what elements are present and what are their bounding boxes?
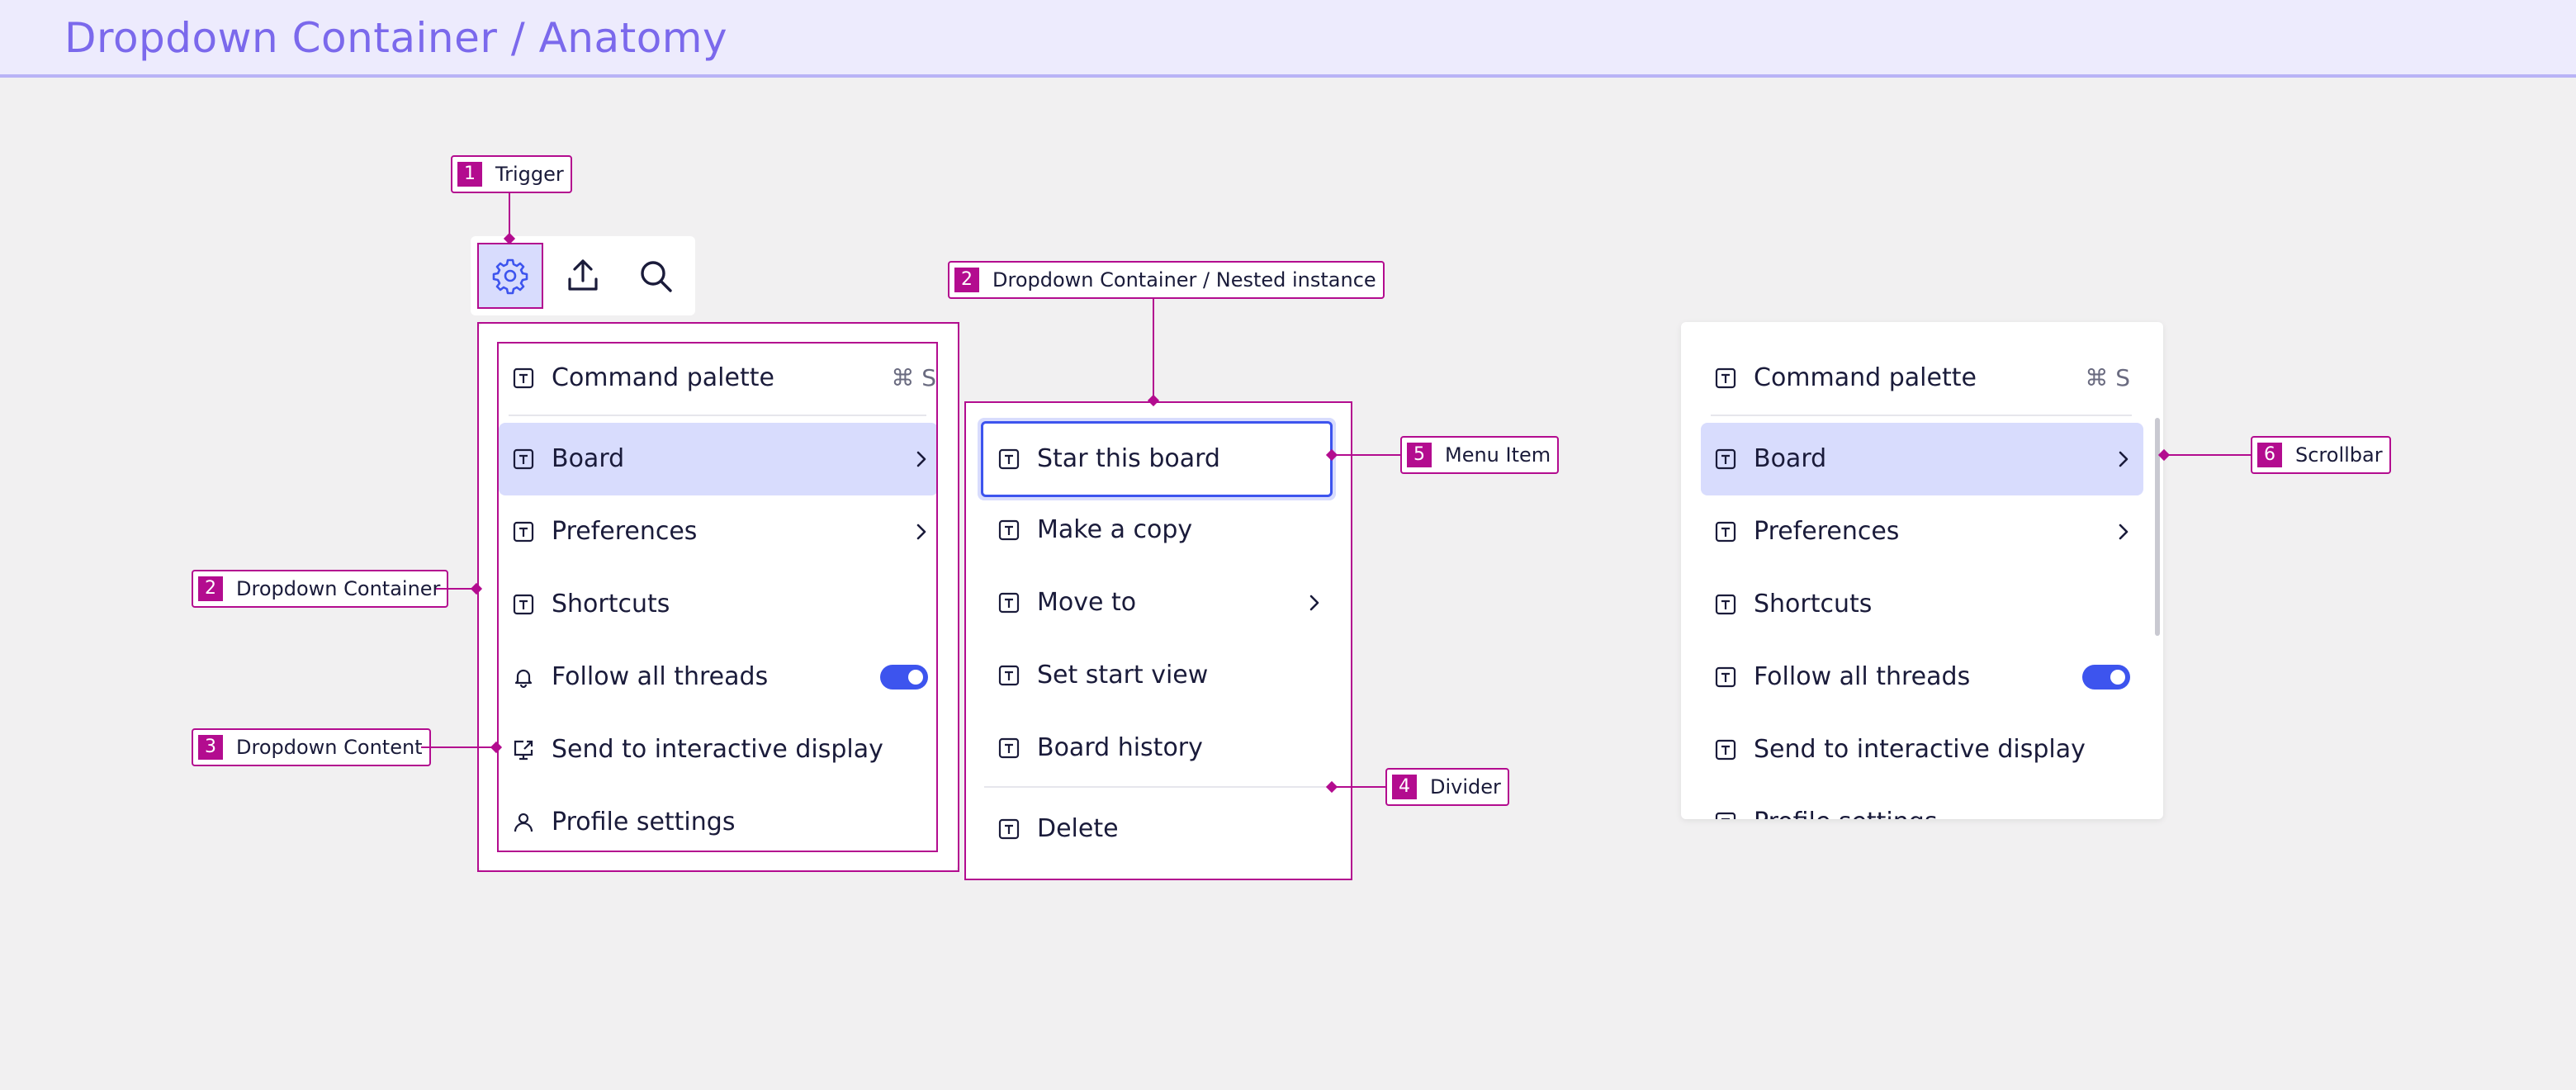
text-box-icon	[1714, 666, 1737, 689]
nested-container-outline	[964, 401, 1352, 880]
menu-item-command-palette[interactable]: Command palette ⌘ S	[1701, 342, 2143, 415]
text-box-icon	[1714, 520, 1737, 543]
settings-trigger-button[interactable]	[477, 243, 543, 309]
divider	[1711, 415, 2132, 416]
annotation-text: Trigger	[495, 163, 564, 186]
annotation-text: Dropdown Container	[236, 577, 441, 600]
page-header: Dropdown Container / Anatomy	[0, 0, 2576, 78]
annotation-scrollbar: 6 Scrollbar	[2251, 436, 2391, 474]
menu-item-label: Shortcuts	[1754, 590, 1873, 618]
menu-item-shortcuts[interactable]: Shortcuts	[1701, 568, 2143, 641]
leader-line	[421, 746, 497, 748]
upload-icon	[568, 259, 598, 291]
menu-item-label: Command palette	[1754, 363, 1977, 392]
follow-threads-toggle[interactable]	[2082, 665, 2130, 690]
annotation-nested-instance: 2 Dropdown Container / Nested instance	[948, 261, 1385, 299]
annotation-text: Menu Item	[1445, 443, 1551, 467]
leader-line	[1331, 786, 1385, 788]
text-box-icon	[1714, 448, 1737, 471]
annotation-divider: 4 Divider	[1385, 768, 1509, 806]
annotation-text: Dropdown Container / Nested instance	[992, 268, 1376, 291]
menu-item-label: Send to interactive display	[1754, 735, 2086, 764]
search-button[interactable]	[623, 243, 689, 309]
annotation-number: 1	[457, 162, 482, 187]
chevron-right-icon	[2114, 522, 2133, 542]
menu-item-board[interactable]: Board	[1701, 423, 2143, 495]
text-box-icon	[1714, 811, 1737, 819]
text-box-icon	[1714, 738, 1737, 761]
search-icon	[641, 261, 672, 292]
annotation-dropdown-container: 2 Dropdown Container	[192, 570, 449, 608]
scrollbar[interactable]	[2155, 418, 2160, 636]
annotation-text: Dropdown Content	[236, 736, 423, 759]
scrollable-dropdown-container: Command palette ⌘ S Board Preferences Sh…	[1681, 322, 2163, 819]
annotation-number: 3	[198, 735, 223, 760]
menu-item-profile-settings[interactable]: Profile settings	[1701, 786, 2143, 819]
annotation-text: Scrollbar	[2295, 443, 2383, 467]
gear-icon	[492, 258, 528, 295]
menu-item-label: Follow all threads	[1754, 662, 1971, 691]
menu-item-send-to-display[interactable]: Send to interactive display	[1701, 713, 2143, 786]
toolbar	[471, 236, 695, 315]
page-title: Dropdown Container / Anatomy	[64, 14, 728, 62]
shortcut-label: ⌘ S	[2085, 364, 2130, 391]
menu-item-label: Profile settings	[1754, 786, 1937, 819]
annotation-menu-item: 5 Menu Item	[1400, 436, 1560, 474]
annotation-trigger: 1 Trigger	[451, 155, 572, 193]
dropdown-content-outline	[497, 342, 938, 852]
menu-item-follow-all-threads[interactable]: Follow all threads	[1701, 641, 2143, 713]
menu-item-label: Board	[1754, 444, 1827, 473]
annotation-number: 2	[198, 576, 223, 601]
menu-item-preferences[interactable]: Preferences	[1701, 495, 2143, 568]
text-box-icon	[1714, 367, 1737, 390]
annotation-text: Divider	[1430, 775, 1501, 799]
annotation-number: 5	[1407, 443, 1432, 467]
annotation-dropdown-content: 3 Dropdown Content	[192, 728, 431, 766]
annotation-number: 6	[2257, 443, 2282, 467]
menu-item-label: Preferences	[1754, 517, 1900, 546]
leader-line	[2163, 454, 2251, 456]
annotation-number: 4	[1392, 775, 1417, 799]
leader-line	[1153, 299, 1154, 401]
upload-button[interactable]	[550, 243, 616, 309]
leader-line	[1331, 454, 1400, 456]
annotation-number: 2	[954, 268, 979, 292]
text-box-icon	[1714, 593, 1737, 616]
chevron-right-icon	[2114, 449, 2133, 469]
